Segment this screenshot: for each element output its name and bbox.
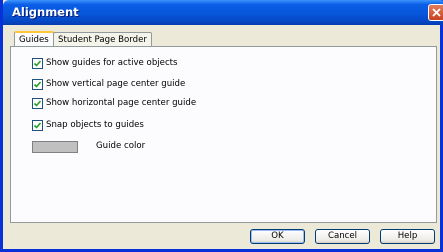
guides-panel: [10, 46, 437, 223]
close-icon: [432, 8, 441, 17]
option-label: Show guides for active objects: [46, 58, 178, 68]
checkbox[interactable]: [32, 57, 43, 69]
option-label: Show vertical page center guide: [46, 79, 186, 89]
cancel-button[interactable]: Cancel: [315, 229, 370, 244]
check-icon: [33, 80, 42, 88]
option-show-guides-active[interactable]: Show guides for active objects: [32, 57, 178, 69]
option-label: Show horizontal page center guide: [46, 98, 197, 108]
help-button[interactable]: Help: [380, 229, 435, 244]
guide-color-label: Guide color: [96, 141, 146, 151]
checkbox[interactable]: [32, 78, 43, 90]
check-icon: [33, 121, 42, 129]
checkbox[interactable]: [32, 119, 43, 131]
option-show-horizontal-center[interactable]: Show horizontal page center guide: [32, 97, 196, 109]
checkbox[interactable]: [32, 97, 43, 109]
close-button[interactable]: [428, 4, 443, 21]
option-snap-to-guides[interactable]: Snap objects to guides: [32, 119, 144, 131]
option-show-vertical-center[interactable]: Show vertical page center guide: [32, 78, 185, 90]
check-icon: [33, 99, 42, 107]
ok-button[interactable]: OK: [250, 229, 305, 244]
option-label: Snap objects to guides: [46, 120, 144, 130]
guide-color-swatch[interactable]: [32, 141, 78, 153]
check-icon: [33, 59, 42, 67]
window-title: Alignment: [12, 5, 79, 19]
title-bar[interactable]: Alignment: [3, 0, 443, 25]
